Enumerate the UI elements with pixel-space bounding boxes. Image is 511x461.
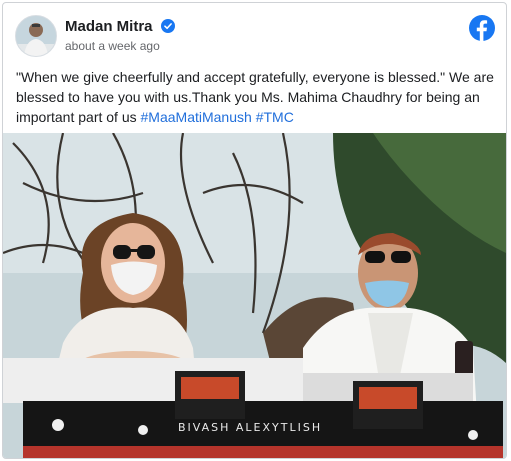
- author-name-text[interactable]: Madan Mitra: [65, 18, 153, 35]
- photo-watermark: BIVASH ALEXYTLISH: [178, 421, 322, 434]
- author-name[interactable]: Madan Mitra: [65, 18, 175, 35]
- facebook-logo-icon[interactable]: [469, 15, 495, 41]
- post-timestamp[interactable]: about a week ago: [65, 39, 160, 53]
- post-text: "When we give cheerfully and accept grat…: [16, 67, 496, 127]
- verified-badge-icon: [160, 19, 175, 33]
- hashtag-tmc[interactable]: #TMC: [256, 109, 294, 125]
- facebook-post-card: Madan Mitra about a week ago "When we gi…: [2, 2, 507, 459]
- hashtag-maamatimanush[interactable]: #MaaMatiManush: [141, 109, 252, 125]
- avatar-image: [16, 16, 56, 56]
- post-photo[interactable]: BIVASH ALEXYTLISH: [3, 133, 506, 459]
- vehicle-front: [3, 358, 503, 458]
- author-avatar[interactable]: [15, 15, 57, 57]
- post-header: Madan Mitra about a week ago: [15, 15, 495, 59]
